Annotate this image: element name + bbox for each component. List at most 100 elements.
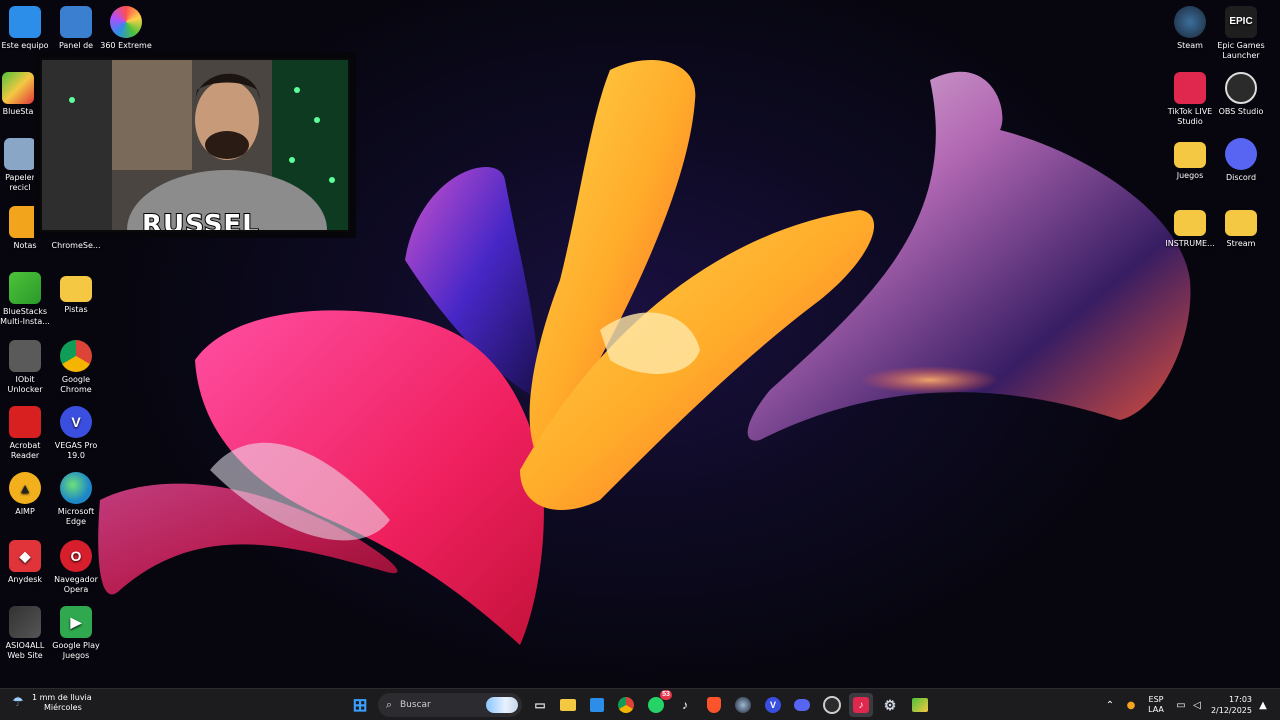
taskbar-settings[interactable]: ⚙ bbox=[878, 693, 902, 717]
weather-widget[interactable]: ☂ 1 mm de lluvia Miércoles bbox=[10, 693, 92, 713]
desktop-icon-label: Discord bbox=[1225, 173, 1257, 182]
anydesk-icon: ◆ bbox=[9, 540, 41, 572]
chevron-up-icon: ⌃ bbox=[1105, 699, 1115, 711]
desktop-icon-label: Juegos bbox=[1176, 171, 1204, 180]
desktop-icon-vegas-pro[interactable]: V VEGAS Pro 19.0 bbox=[48, 406, 104, 461]
search-highlight-image bbox=[486, 697, 518, 713]
desktop-icon-label: Este equipo bbox=[1, 41, 49, 50]
desktop-icon-epic-games[interactable]: EPIC Epic Games Launcher bbox=[1213, 6, 1269, 61]
notes-icon bbox=[9, 206, 41, 238]
discord-icon bbox=[794, 699, 810, 711]
taskbar: ☂ 1 mm de lluvia Miércoles ⊞ ⌕ Buscar ▭ bbox=[0, 688, 1280, 720]
obs-icon bbox=[823, 696, 841, 714]
streamer-name: RUSSEL bbox=[141, 209, 260, 232]
chrome-icon bbox=[60, 340, 92, 372]
notification-badge: 53 bbox=[660, 690, 672, 700]
tray-network[interactable]: ▭ bbox=[1174, 689, 1188, 720]
start-button[interactable]: ⊞ bbox=[348, 693, 372, 717]
desktop-icon-navegador-opera[interactable]: O Navegador Opera bbox=[48, 540, 104, 595]
folder-icon bbox=[60, 276, 92, 302]
obs-icon bbox=[1225, 72, 1257, 104]
asio-icon bbox=[9, 606, 41, 638]
desktop-icon-stream[interactable]: Stream bbox=[1213, 206, 1269, 249]
desktop-icon-label: IObit Unlocker bbox=[7, 375, 43, 394]
search-placeholder: Buscar bbox=[400, 700, 431, 710]
desktop-icon-bluestacks-multi[interactable]: BlueStacks Multi-Insta... bbox=[0, 272, 53, 327]
desktop-icon-label: Microsoft Edge bbox=[57, 507, 95, 526]
desktop-icon-google-chrome[interactable]: Google Chrome bbox=[48, 340, 104, 395]
windows-icon: ⊞ bbox=[352, 694, 368, 715]
bell-icon: ▲ bbox=[1259, 699, 1267, 711]
taskbar-file-explorer[interactable] bbox=[556, 693, 580, 717]
taskbar-steam[interactable] bbox=[731, 693, 755, 717]
desktop-icon-obs-studio[interactable]: OBS Studio bbox=[1213, 72, 1269, 117]
taskbar-vegas[interactable]: V bbox=[761, 693, 785, 717]
clock[interactable]: 17:03 2/12/2025 bbox=[1210, 694, 1252, 716]
desktop-icon-tiktok-live[interactable]: TikTok LIVE Studio bbox=[1162, 72, 1218, 127]
desktop-icon-panel-de-control[interactable]: Panel de bbox=[48, 6, 104, 51]
task-view-button[interactable]: ▭ bbox=[528, 693, 552, 717]
desktop-icon-label: Anydesk bbox=[7, 575, 43, 584]
desktop-icon-label: Stream bbox=[1226, 239, 1256, 248]
desktop-icon-anydesk[interactable]: ◆ Anydesk bbox=[0, 540, 53, 585]
desktop-icon-instrumentales[interactable]: INSTRUME... bbox=[1162, 206, 1218, 249]
desktop-icon-label: VEGAS Pro 19.0 bbox=[54, 441, 98, 460]
tray-microphone[interactable]: ● bbox=[1124, 689, 1138, 720]
desktop-icon-juegos[interactable]: Juegos bbox=[1162, 138, 1218, 181]
desktop-icon-label: Panel de bbox=[58, 41, 94, 50]
webcam-overlay: RUSSEL bbox=[40, 58, 350, 232]
taskbar-obs[interactable] bbox=[820, 693, 844, 717]
vegas-icon: V bbox=[60, 406, 92, 438]
store-icon bbox=[590, 698, 604, 712]
tray-volume[interactable]: ◁ bbox=[1190, 689, 1204, 720]
taskbar-tiktok-live[interactable]: ♪ bbox=[849, 693, 873, 717]
desktop-icon-discord[interactable]: Discord bbox=[1213, 138, 1269, 183]
tiktok-live-icon: ♪ bbox=[853, 697, 869, 713]
desktop-icon-label: Acrobat Reader bbox=[9, 441, 41, 460]
microphone-icon: ● bbox=[1126, 699, 1136, 711]
taskbar-store[interactable] bbox=[585, 693, 609, 717]
bluestacks-icon bbox=[912, 698, 928, 712]
desktop-icon-label: OBS Studio bbox=[1218, 107, 1264, 116]
desktop-icon-google-play-juegos[interactable]: ▶ Google Play Juegos bbox=[48, 606, 104, 661]
desktop-icon-label: Google Chrome bbox=[60, 375, 92, 394]
clock-date: 2/12/2025 bbox=[1210, 706, 1252, 715]
search-box[interactable]: ⌕ Buscar bbox=[378, 693, 522, 717]
desktop-icon-microsoft-edge[interactable]: Microsoft Edge bbox=[48, 472, 104, 527]
360-browser-icon bbox=[110, 6, 142, 38]
desktop-icon-asio4all[interactable]: ASIO4ALL Web Site bbox=[0, 606, 53, 661]
keyboard-layout: LAA bbox=[1148, 705, 1164, 714]
desktop-icon-360-extreme[interactable]: 360 Extreme bbox=[98, 6, 154, 51]
taskbar-brave[interactable] bbox=[702, 693, 726, 717]
desktop-icon-este-equipo[interactable]: Este equipo bbox=[0, 6, 53, 51]
language-code: ESP bbox=[1148, 695, 1164, 704]
taskbar-whatsapp[interactable]: 53 bbox=[644, 690, 672, 717]
language-indicator[interactable]: ESP LAA bbox=[1144, 695, 1168, 715]
taskbar-bluestacks[interactable] bbox=[908, 693, 932, 717]
desktop-icon-label: TikTok LIVE Studio bbox=[1167, 107, 1213, 126]
desktop-icon-acrobat-reader[interactable]: Acrobat Reader bbox=[0, 406, 53, 461]
taskbar-tiktok[interactable]: ♪ bbox=[673, 693, 697, 717]
clock-time: 17:03 bbox=[1228, 695, 1252, 704]
recycle-bin-icon bbox=[4, 138, 36, 170]
folder-icon bbox=[1174, 210, 1206, 236]
desktop-icon-aimp[interactable]: ▲ AIMP bbox=[0, 472, 53, 517]
desktop-icon-label: INSTRUME... bbox=[1165, 239, 1215, 248]
taskbar-discord[interactable] bbox=[790, 693, 814, 717]
network-icon: ▭ bbox=[1176, 699, 1186, 711]
rain-cloud-icon: ☂ bbox=[12, 695, 24, 710]
task-view-icon: ▭ bbox=[534, 698, 546, 712]
desktop-icon-steam[interactable]: Steam bbox=[1162, 6, 1218, 51]
desktop-icon-label: ASIO4ALL Web Site bbox=[5, 641, 45, 660]
desktop-icon-pistas[interactable]: Pistas bbox=[48, 272, 104, 315]
desktop-icon-iobit-unlocker[interactable]: IObit Unlocker bbox=[0, 340, 53, 395]
aimp-icon: ▲ bbox=[9, 472, 41, 504]
desktop-icon-label: Navegador Opera bbox=[54, 575, 98, 594]
desktop-icon-label: Epic Games Launcher bbox=[1217, 41, 1265, 60]
acrobat-icon bbox=[9, 406, 41, 438]
tray-overflow-button[interactable]: ⌃ bbox=[1102, 689, 1118, 720]
weather-text: 1 mm de lluvia bbox=[32, 693, 92, 702]
taskbar-chrome[interactable] bbox=[614, 693, 638, 717]
notifications-button[interactable]: ▲ bbox=[1256, 689, 1270, 720]
desktop-icon-label: Steam bbox=[1177, 41, 1203, 50]
